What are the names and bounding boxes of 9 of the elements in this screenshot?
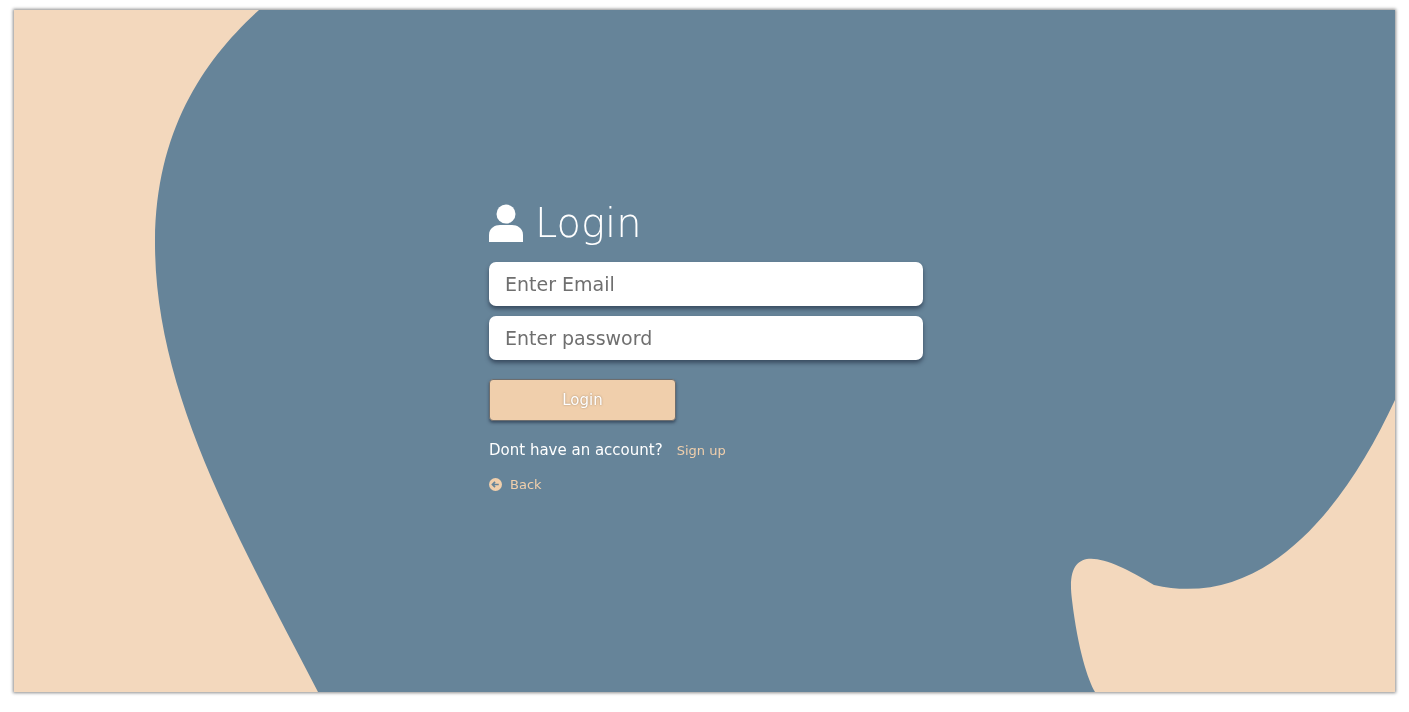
back-arrow-icon: [489, 478, 502, 491]
signup-prompt: Dont have an account?: [489, 441, 663, 459]
back-link[interactable]: Back: [489, 477, 923, 492]
login-title: Login: [535, 200, 642, 246]
user-icon: [489, 204, 523, 242]
password-field[interactable]: Enter password: [489, 316, 923, 360]
login-button[interactable]: Login: [489, 379, 676, 421]
email-field[interactable]: Enter Email: [489, 262, 923, 306]
signup-link[interactable]: Sign up: [676, 443, 726, 458]
